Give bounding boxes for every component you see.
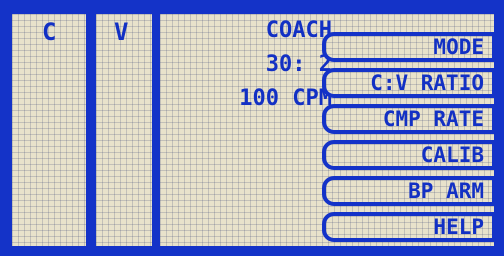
cv-ratio-button[interactable]: C:V RATIO bbox=[322, 68, 496, 98]
ventilation-column: V bbox=[96, 14, 152, 246]
rate-value: 100 CPM bbox=[239, 86, 332, 111]
bp-arm-button[interactable]: BP ARM bbox=[322, 176, 496, 206]
ventilation-label: V bbox=[114, 18, 129, 46]
lcd-screen: C V COACH 30: 2 100 CPM MODE C:V RATIO C… bbox=[0, 0, 504, 256]
compression-label: C bbox=[42, 18, 57, 46]
cmp-rate-button[interactable]: CMP RATE bbox=[322, 104, 496, 134]
compression-column: C bbox=[12, 14, 86, 246]
help-button[interactable]: HELP bbox=[322, 212, 496, 242]
mode-button[interactable]: MODE bbox=[322, 32, 496, 62]
calib-button[interactable]: CALIB bbox=[322, 140, 496, 170]
